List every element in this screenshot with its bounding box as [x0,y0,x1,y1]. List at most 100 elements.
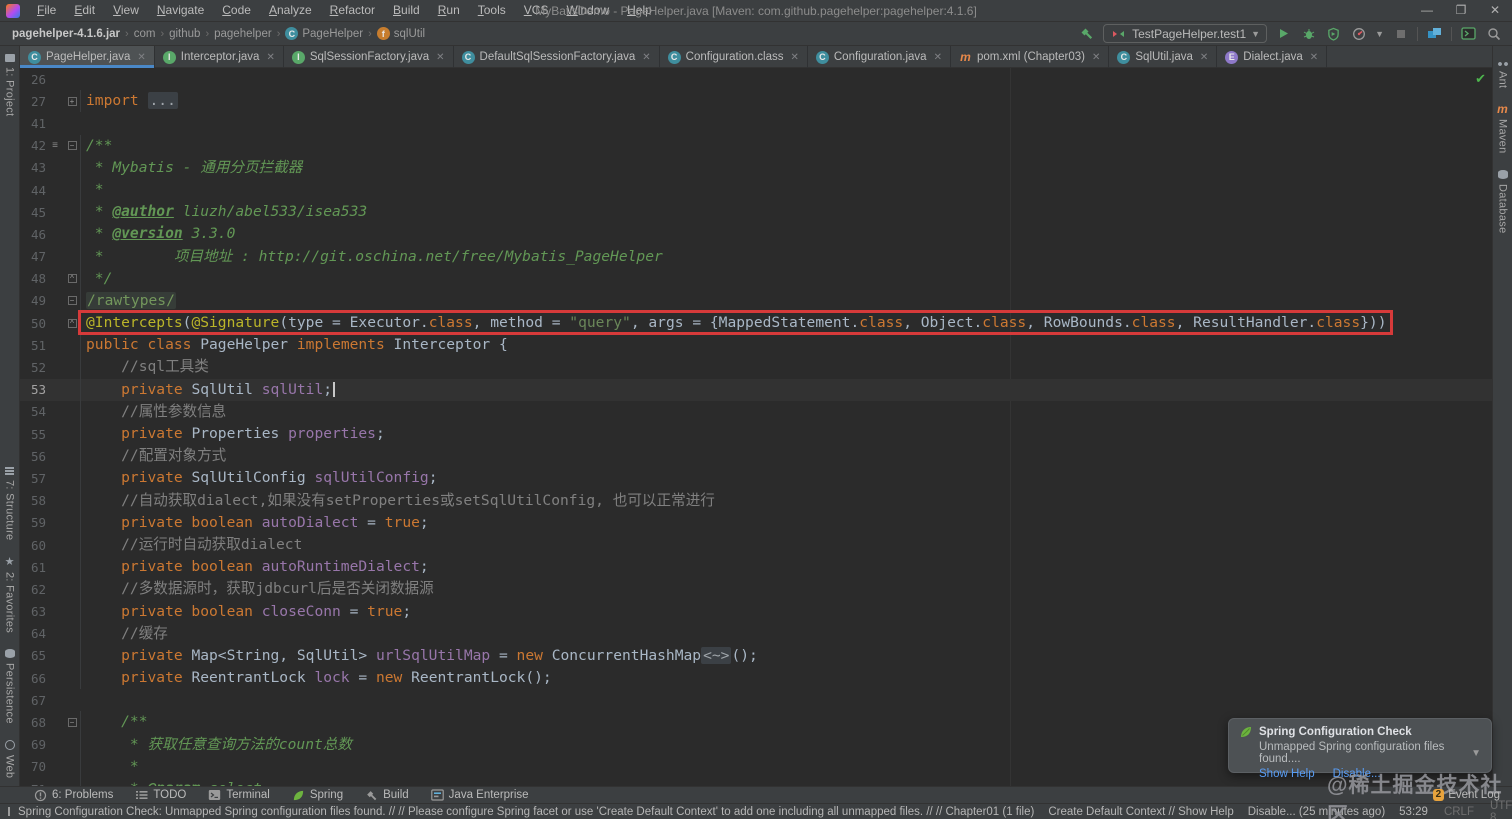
tool-stripe-web[interactable]: Web [4,732,16,786]
tab-close-icon[interactable]: ✕ [790,52,798,63]
tab-pom-xml-chapter03-[interactable]: mpom.xml (Chapter03)✕ [951,46,1109,68]
code-editor[interactable]: 2627+import ...4142≡−/**43 * Mybatis - 通… [20,68,1492,786]
tool-stripe-2-favorites[interactable]: ★2: Favorites [4,549,16,641]
tab-dialect-java[interactable]: EDialect.java✕ [1217,46,1327,68]
tool-stripe-database[interactable]: Database [1497,162,1509,242]
fold-marker-icon[interactable]: − [64,718,80,727]
event-log-button[interactable]: 2 Event Log [1433,789,1500,801]
tab-close-icon[interactable]: ✕ [1092,52,1100,63]
tab-configuration-java[interactable]: CConfiguration.java✕ [808,46,951,68]
run-icon[interactable] [1275,26,1292,42]
breadcrumb-item-sqlutil[interactable]: fsqlUtil [375,27,427,40]
tab-sqlsessionfactory-java[interactable]: ISqlSessionFactory.java✕ [284,46,454,68]
menu-item-code[interactable]: Code [213,0,260,21]
chevron-down-icon[interactable]: ▼ [1375,29,1384,39]
tab-pagehelper-java[interactable]: CPageHelper.java✕ [20,46,155,68]
menu-item-help[interactable]: Help [618,0,661,21]
build-hammer-icon[interactable] [1078,26,1095,42]
breadcrumb-item-com[interactable]: com [132,28,158,40]
tab-interceptor-java[interactable]: IInterceptor.java✕ [155,46,284,68]
tool-stripe-maven[interactable]: mMaven [1497,96,1509,162]
breadcrumb-item-pagehelper-4.1.6.jar[interactable]: pagehelper-4.1.6.jar [10,28,122,40]
tool-window-button-todo[interactable]: TODO [135,789,186,801]
breadcrumb-item-github[interactable]: github [167,28,202,40]
tool-window-button-java-enterprise[interactable]: Java Enterprise [431,789,529,801]
menu-item-refactor[interactable]: Refactor [321,0,384,21]
run-configuration-select[interactable]: TestPageHelper.test1 ▼ [1103,24,1267,43]
class-icon: C [816,51,829,64]
menu-item-window[interactable]: Window [557,0,618,21]
tab-close-icon[interactable]: ✕ [934,52,942,63]
menu-item-build[interactable]: Build [384,0,429,21]
code-line-45: 45 * @author liuzh/abel533/isea533 [20,201,1492,223]
terminal-icon [208,789,221,801]
search-icon[interactable] [1485,26,1502,42]
chevron-down-icon[interactable]: ▼ [1471,748,1481,759]
line-number: 69 [20,737,46,752]
line-number: 63 [20,604,46,619]
fold-marker-icon[interactable]: + [64,97,80,106]
breadcrumb-item-pagehelper[interactable]: pagehelper [212,28,274,40]
fold-marker-icon[interactable]: − [64,296,80,305]
close-icon[interactable]: ✕ [1478,0,1512,21]
tool-window-button-terminal[interactable]: Terminal [208,789,269,801]
tool-window-button-build[interactable]: Build [365,789,409,802]
inspections-ok-icon[interactable]: ✔ [1475,71,1486,87]
line-number: 55 [20,427,46,442]
tab-label: SqlSessionFactory.java [310,51,429,63]
tool-stripe-label: Ant [1497,71,1509,88]
maximize-icon[interactable]: ❐ [1444,0,1478,21]
debug-icon[interactable] [1300,26,1317,42]
code-line-65: 65 private Map<String, SqlUtil> urlSqlUt… [20,645,1492,667]
code-text: */ [80,268,1492,290]
console-icon[interactable] [1460,26,1477,42]
tool-window-button-label: Build [383,789,409,801]
tab-close-icon[interactable]: ✕ [436,52,444,63]
menu-item-tools[interactable]: Tools [469,0,515,21]
tool-window-button-6-problems[interactable]: 6: Problems [34,789,113,802]
class-icon: C [1117,51,1130,64]
tab-close-icon[interactable]: ✕ [266,52,274,63]
tool-stripe-7-structure[interactable]: 7: Structure [4,459,16,548]
menu-item-navigate[interactable]: Navigate [148,0,213,21]
breadcrumb-item-pagehelper[interactable]: CPageHelper [283,27,365,40]
fold-marker-icon[interactable]: − [64,141,80,150]
code-text: //缓存 [80,623,1492,645]
tool-stripe-persistence[interactable]: Persistence [4,641,16,732]
coverage-icon[interactable] [1325,26,1342,42]
menu-item-file[interactable]: File [28,0,65,21]
menu-item-analyze[interactable]: Analyze [260,0,321,21]
tab-sqlutil-java[interactable]: CSqlUtil.java✕ [1109,46,1217,68]
minimize-icon[interactable]: — [1410,0,1444,21]
tab-close-icon[interactable]: ✕ [1310,52,1318,63]
fold-marker-icon[interactable]: ^ [64,274,80,283]
line-number: 45 [20,205,46,220]
code-line-61: 61 private boolean autoRuntimeDialect; [20,556,1492,578]
tab-configuration-class[interactable]: CConfiguration.class✕ [660,46,808,68]
notification-action-show-help[interactable]: Show Help [1259,768,1315,780]
tool-stripe-1-project[interactable]: 1: Project [4,46,16,124]
line-number: 54 [20,404,46,419]
code-text: * 项目地址 : http://git.oschina.net/free/Myb… [80,246,1492,268]
stop-icon[interactable] [1392,26,1409,42]
menu-item-edit[interactable]: Edit [65,0,104,21]
line-number: 58 [20,493,46,508]
tool-window-toggle-icon[interactable] [8,807,10,816]
tab-defaultsqlsessionfactory-java[interactable]: CDefaultSqlSessionFactory.java✕ [454,46,660,68]
profiler-icon[interactable] [1350,26,1367,42]
menu-item-vcs[interactable]: VCS [515,0,558,21]
tab-close-icon[interactable]: ✕ [137,52,145,63]
line-number: 50 [20,316,46,331]
event-log-label: Event Log [1448,789,1500,801]
project-structure-icon[interactable] [1426,26,1443,42]
menu-item-run[interactable]: Run [429,0,469,21]
tool-stripe-ant[interactable]: Ant [1497,54,1509,96]
tab-close-icon[interactable]: ✕ [1200,52,1208,63]
code-text: * Mybatis - 通用分页拦截器 [80,157,1492,179]
fold-marker-icon[interactable]: ^ [64,319,80,328]
project-icon [5,54,15,62]
tool-window-button-spring[interactable]: Spring [292,789,343,802]
tab-close-icon[interactable]: ✕ [642,52,650,63]
menu-item-view[interactable]: View [104,0,148,21]
status-action-create-context[interactable]: Create Default Context // Show Help [1048,806,1233,818]
